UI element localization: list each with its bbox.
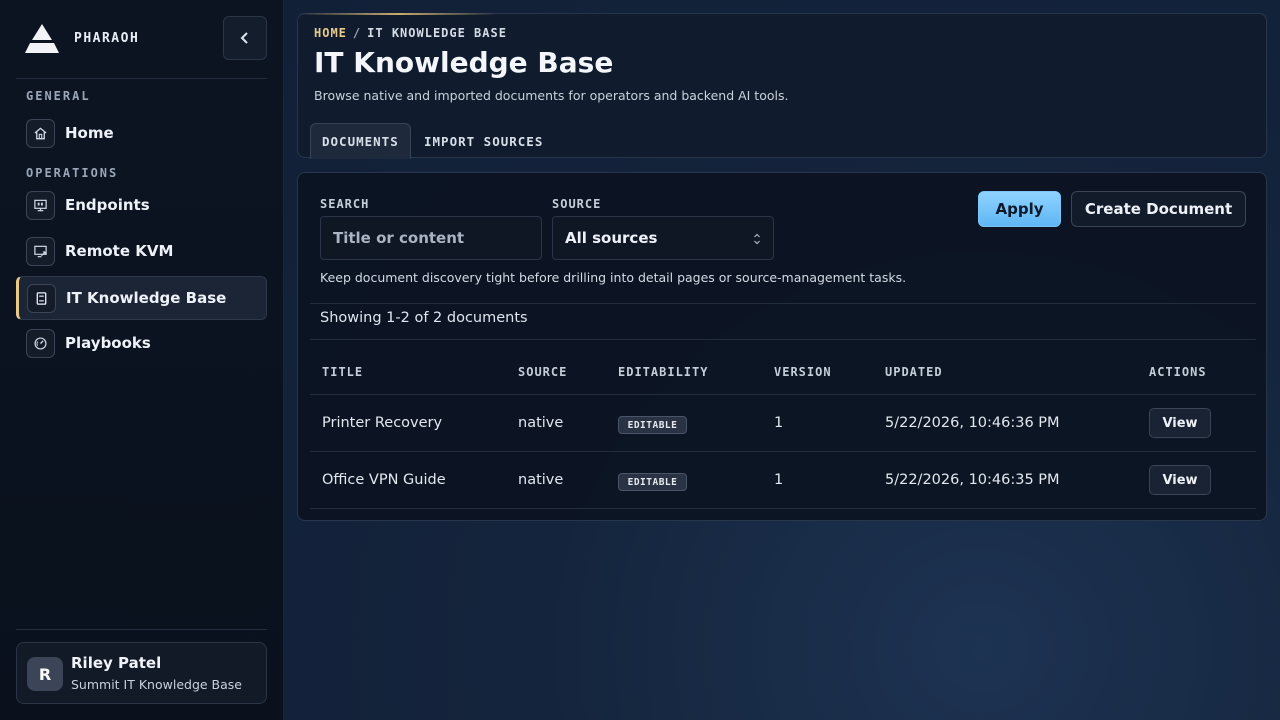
breadcrumb: HOME / IT KNOWLEDGE BASE <box>314 26 507 40</box>
column-header-editability[interactable]: EDITABILITY <box>618 365 708 379</box>
cell-source: native <box>518 472 564 488</box>
cell-updated: 5/22/2026, 10:46:35 PM <box>885 472 1060 488</box>
brand-name: PHARAOH <box>74 30 140 46</box>
sidebar-item-home[interactable]: Home <box>16 111 267 155</box>
book-icon <box>27 283 56 313</box>
sidebar-item-label: Endpoints <box>65 196 150 214</box>
gauge-icon <box>26 328 55 358</box>
status-badge: EDITABLE <box>618 473 687 491</box>
sidebar-item-playbooks[interactable]: Playbooks <box>16 321 267 365</box>
column-header-source[interactable]: SOURCE <box>518 365 567 379</box>
user-card[interactable]: R Riley Patel Summit IT Knowledge Base <box>16 642 267 704</box>
chevron-left-icon <box>240 29 250 48</box>
view-button[interactable]: View <box>1149 465 1211 495</box>
page-title: IT Knowledge Base <box>314 46 614 79</box>
sidebar: PHARAOH GENERAL Home OPERATIONS Endpoint… <box>0 0 284 720</box>
cell-source: native <box>518 415 564 431</box>
home-icon <box>26 118 55 148</box>
source-label: SOURCE <box>552 197 602 211</box>
cell-version: 1 <box>774 472 784 488</box>
source-select[interactable]: All sources <box>552 216 774 260</box>
sidebar-item-label: IT Knowledge Base <box>66 289 227 307</box>
pyramid-logo-icon <box>24 22 60 54</box>
view-button[interactable]: View <box>1149 408 1211 438</box>
remote-screen-icon <box>26 236 55 266</box>
cell-updated: 5/22/2026, 10:46:36 PM <box>885 415 1060 431</box>
sidebar-item-it-knowledge-base[interactable]: IT Knowledge Base <box>16 276 267 320</box>
divider <box>310 303 1256 304</box>
tab-import-sources[interactable]: IMPORT SOURCES <box>413 123 554 159</box>
accent-line <box>298 13 498 15</box>
divider <box>310 451 1256 452</box>
create-document-button[interactable]: Create Document <box>1071 191 1246 227</box>
source-select-value: All sources <box>565 229 658 247</box>
sidebar-item-label: Home <box>65 124 114 142</box>
column-header-actions: ACTIONS <box>1149 365 1207 379</box>
page-subtitle: Browse native and imported documents for… <box>314 88 789 103</box>
divider <box>310 394 1256 395</box>
column-header-updated[interactable]: UPDATED <box>885 365 943 379</box>
breadcrumb-separator: / <box>352 26 362 40</box>
status-badge: EDITABLE <box>618 416 687 434</box>
breadcrumb-current: IT KNOWLEDGE BASE <box>367 26 507 40</box>
documents-panel: SEARCH SOURCE All sources Apply Create D… <box>297 172 1267 521</box>
results-count: Showing 1-2 of 2 documents <box>320 310 528 326</box>
page-header: HOME / IT KNOWLEDGE BASE IT Knowledge Base… <box>297 13 1267 159</box>
tab-documents[interactable]: DOCUMENTS <box>310 123 411 159</box>
search-label: SEARCH <box>320 197 370 211</box>
sidebar-item-endpoints[interactable]: Endpoints <box>16 183 267 227</box>
monitor-icon <box>26 190 55 220</box>
divider <box>310 508 1256 509</box>
filter-hint: Keep document discovery tight before dri… <box>320 270 907 285</box>
section-label-operations: OPERATIONS <box>26 166 119 180</box>
sidebar-item-label: Playbooks <box>65 334 151 352</box>
sidebar-item-label: Remote KVM <box>65 242 174 260</box>
sidebar-item-remote-kvm[interactable]: Remote KVM <box>16 229 267 273</box>
divider <box>16 629 267 630</box>
cell-version: 1 <box>774 415 784 431</box>
brand[interactable]: PHARAOH <box>24 22 139 54</box>
collapse-sidebar-button[interactable] <box>223 16 267 60</box>
divider <box>16 78 267 79</box>
avatar: R <box>27 657 63 691</box>
select-chevron-icon <box>753 231 761 250</box>
search-input[interactable] <box>320 216 542 260</box>
breadcrumb-home[interactable]: HOME <box>314 26 347 40</box>
user-organization: Summit IT Knowledge Base <box>71 677 242 692</box>
column-header-version[interactable]: VERSION <box>774 365 832 379</box>
divider <box>310 339 1256 340</box>
cell-title: Printer Recovery <box>322 415 443 431</box>
user-name: Riley Patel <box>71 654 162 672</box>
apply-button[interactable]: Apply <box>978 191 1061 227</box>
column-header-title[interactable]: TITLE <box>322 365 363 379</box>
cell-title: Office VPN Guide <box>322 472 446 488</box>
section-label-general: GENERAL <box>26 89 91 103</box>
